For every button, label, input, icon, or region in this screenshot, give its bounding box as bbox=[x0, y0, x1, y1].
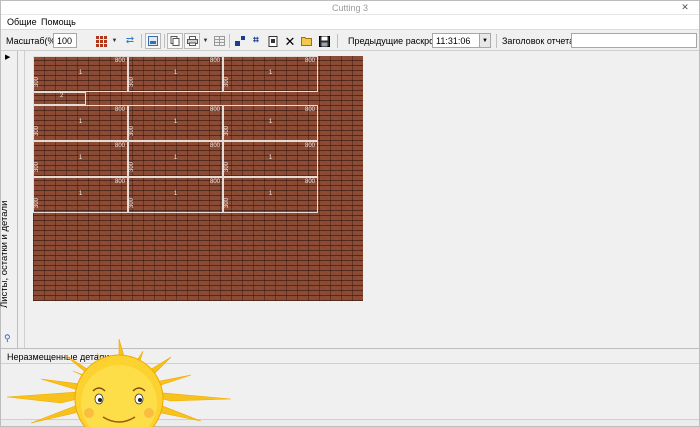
refresh-icon[interactable]: ⇄ bbox=[122, 33, 138, 49]
close-window-icon[interactable]: ✕ bbox=[673, 2, 697, 13]
detail-piece[interactable]: 800 1 300 bbox=[33, 141, 128, 177]
floppy-save-icon[interactable] bbox=[316, 33, 332, 49]
chevron-down-icon[interactable]: ▼ bbox=[201, 33, 210, 49]
toolbar-separator bbox=[337, 34, 338, 48]
detail-strip[interactable]: 2 bbox=[33, 92, 86, 105]
grid-icon[interactable] bbox=[93, 33, 109, 49]
open-folder-icon[interactable] bbox=[299, 33, 315, 49]
print-icon[interactable] bbox=[184, 33, 200, 49]
save-image-icon[interactable] bbox=[145, 33, 161, 49]
move-icon[interactable] bbox=[232, 33, 248, 49]
copy-icon[interactable] bbox=[167, 33, 183, 49]
toolbar-separator bbox=[496, 34, 497, 48]
toolbar-separator bbox=[229, 34, 230, 48]
report-title-label: Заголовок отчета bbox=[502, 36, 575, 46]
toolbar: Масштаб(%) ▼ ⇄ ▼ ⌗ ✕ bbox=[1, 31, 699, 51]
swap-icon[interactable]: ⌗ bbox=[248, 33, 264, 49]
detail-piece[interactable]: 800 1 300 bbox=[128, 141, 223, 177]
previous-cuts-label: Предыдущие раскрои bbox=[348, 36, 440, 46]
detail-piece[interactable]: 800 1 300 bbox=[33, 177, 128, 213]
detail-piece[interactable]: 800 1 300 bbox=[223, 105, 318, 141]
toolbar-separator bbox=[164, 34, 165, 48]
menu-general[interactable]: Общие bbox=[7, 17, 37, 27]
delete-icon[interactable]: ✕ bbox=[282, 33, 298, 49]
detail-piece[interactable]: 800 1 300 bbox=[33, 56, 128, 92]
detail-piece[interactable]: 800 1 300 bbox=[128, 105, 223, 141]
detail-piece[interactable]: 800 1 300 bbox=[223, 141, 318, 177]
app-window: Cutting 3 ✕ Общие Помощь Масштаб(%) ▼ ⇄ … bbox=[0, 0, 700, 427]
detail-piece[interactable]: 800 1 300 bbox=[223, 56, 318, 92]
sun-sticker-image bbox=[6, 338, 232, 427]
table-icon[interactable] bbox=[211, 33, 227, 49]
cutting-workarea: 800 1 300 800 1 300 800 1 300 2 800 1 30… bbox=[24, 51, 699, 348]
previous-cuts-select[interactable] bbox=[432, 33, 480, 48]
sheets-panel-label[interactable]: Листы, остатки и детали bbox=[0, 201, 10, 308]
scale-label: Масштаб(%) bbox=[6, 36, 59, 46]
menu-bar: Общие Помощь bbox=[1, 15, 699, 30]
previous-cuts-dropdown-icon[interactable]: ▼ bbox=[479, 33, 491, 48]
scale-input[interactable] bbox=[53, 33, 77, 48]
detail-piece[interactable]: 800 1 300 bbox=[223, 177, 318, 213]
detail-piece[interactable]: 800 1 300 bbox=[128, 177, 223, 213]
expand-arrow-icon[interactable]: ▶ bbox=[5, 53, 10, 61]
detail-piece[interactable]: 800 1 300 bbox=[33, 105, 128, 141]
toolbar-separator bbox=[141, 34, 142, 48]
cutting-sheet[interactable]: 800 1 300 800 1 300 800 1 300 2 800 1 30… bbox=[33, 56, 363, 301]
pin-icon[interactable] bbox=[265, 33, 281, 49]
menu-help[interactable]: Помощь bbox=[41, 17, 76, 27]
chevron-down-icon[interactable]: ▼ bbox=[110, 33, 119, 49]
sheets-panel[interactable]: ▶ Листы, остатки и детали ⚲ bbox=[0, 51, 18, 348]
report-title-input[interactable] bbox=[571, 33, 697, 48]
title-bar: Cutting 3 ✕ bbox=[1, 1, 699, 15]
window-title: Cutting 3 bbox=[331, 3, 369, 13]
detail-piece[interactable]: 800 1 300 bbox=[128, 56, 223, 92]
